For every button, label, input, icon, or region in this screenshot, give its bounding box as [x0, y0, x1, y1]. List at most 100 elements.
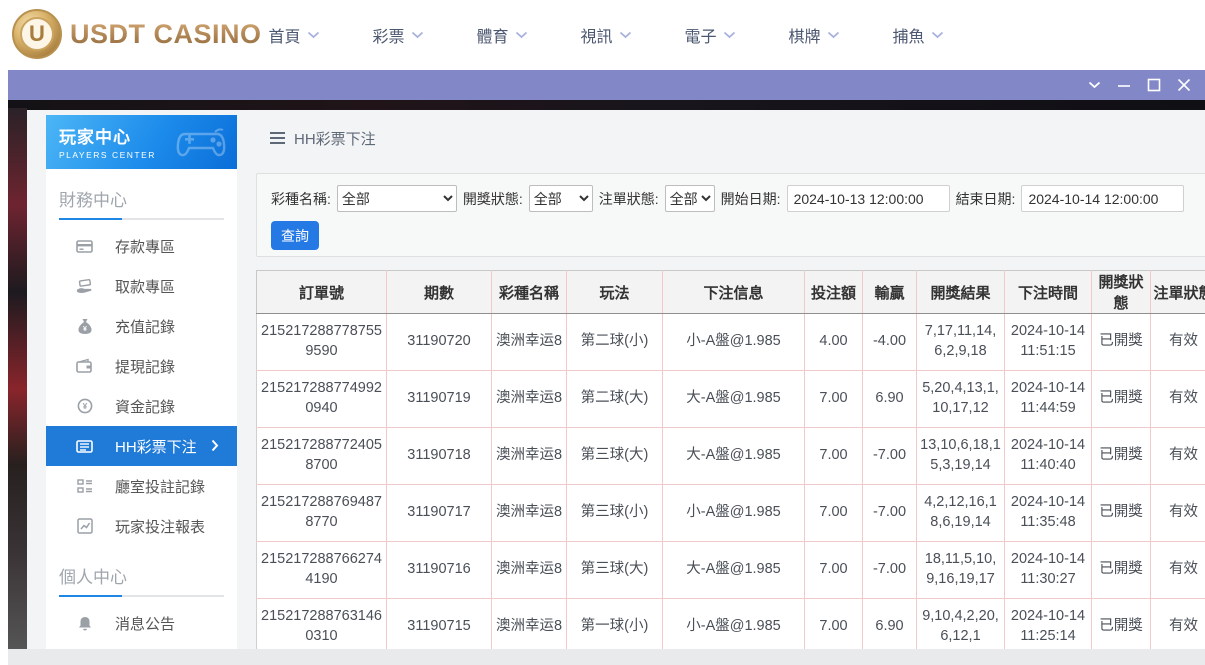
withdraw-hand-icon: [76, 278, 93, 295]
chevron-down-icon: [931, 31, 944, 39]
table-cell: 2152172887694878770: [257, 485, 387, 542]
nav-item-label: 體育: [476, 23, 508, 47]
window-maximize-button[interactable]: [1139, 70, 1169, 100]
section-underline: [59, 218, 224, 220]
nav-item-label: 電子: [684, 23, 716, 47]
table-cell: 第一球(小): [567, 599, 663, 656]
window-dropdown-button[interactable]: [1079, 70, 1109, 100]
nav-item-label: 捕魚: [892, 23, 924, 47]
sidebar-item-label: 取款專區: [115, 276, 175, 297]
logo-coin-icon: U: [12, 9, 62, 59]
table-cell: 有效: [1151, 371, 1205, 428]
window-content: 玩家中心 PLAYERS CENTER 財務中心存款專區取款專區¥充值記錄提現記…: [8, 100, 1205, 665]
table-cell: 澳洲幸运8: [492, 314, 567, 371]
table-cell: 澳洲幸运8: [492, 485, 567, 542]
table-cell: 2024-10-14 11:30:27: [1005, 542, 1092, 599]
table-cell: 31190715: [387, 599, 492, 656]
table-row: 215217288766274419031190716澳洲幸运8第三球(大)大-…: [257, 542, 1205, 599]
table-cell: 有效: [1151, 314, 1205, 371]
table-cell: 7.00: [805, 542, 863, 599]
table-cell: 31190719: [387, 371, 492, 428]
table-cell: 18,11,5,10,9,16,19,17: [917, 542, 1005, 599]
chevron-down-icon: [1088, 81, 1101, 89]
close-icon: [1177, 78, 1191, 92]
table-cell: 澳洲幸运8: [492, 371, 567, 428]
order-status-label: 注單狀態:: [599, 189, 659, 209]
column-header: 輸贏: [863, 271, 917, 314]
search-button[interactable]: 查詢: [271, 221, 319, 250]
table-cell: 7.00: [805, 485, 863, 542]
table-cell: 已開獎: [1092, 599, 1151, 656]
minimize-icon: [1117, 78, 1131, 92]
sidebar-item-label: 廳室投註記錄: [115, 476, 205, 497]
logo-text: USDT CASINO: [70, 19, 262, 50]
table-cell: 2024-10-14 11:44:59: [1005, 371, 1092, 428]
nav-item-label: 首頁: [268, 23, 300, 47]
sidebar-item-room-bet-record[interactable]: 廳室投註記錄: [46, 466, 237, 506]
end-date-input[interactable]: [1021, 185, 1184, 212]
nav-item-slots[interactable]: 電子: [658, 23, 762, 47]
sidebar-item-player-bet-report[interactable]: 玩家投注報表: [46, 506, 237, 546]
table-cell: 第三球(大): [567, 428, 663, 485]
table-cell: 第三球(小): [567, 485, 663, 542]
table-cell: 2152172887662744190: [257, 542, 387, 599]
sidebar-item-label: 存款專區: [115, 236, 175, 257]
table-row: 215217288772405870031190718澳洲幸运8第三球(大)大-…: [257, 428, 1205, 485]
column-header: 期數: [387, 271, 492, 314]
table-cell: 2152172887724058700: [257, 428, 387, 485]
sidebar-section-title: 個人中心: [46, 546, 237, 595]
column-header: 注單狀態: [1151, 271, 1205, 314]
chevron-down-icon: [515, 31, 528, 39]
table-cell: 13,10,6,18,15,3,19,14: [917, 428, 1005, 485]
sidebar: 玩家中心 PLAYERS CENTER 財務中心存款專區取款專區¥充值記錄提現記…: [46, 115, 237, 659]
table-cell: 澳洲幸运8: [492, 542, 567, 599]
column-header: 下注時間: [1005, 271, 1092, 314]
report-chart-icon: [76, 518, 93, 535]
table-cell: 7.00: [805, 599, 863, 656]
nav-item-lottery[interactable]: 彩票: [346, 23, 450, 47]
window-minimize-button[interactable]: [1109, 70, 1139, 100]
table-cell: 2024-10-14 11:51:15: [1005, 314, 1092, 371]
nav-item-label: 棋牌: [788, 23, 820, 47]
table-cell: 31190717: [387, 485, 492, 542]
table-cell: 7.00: [805, 428, 863, 485]
nav-item-cards[interactable]: 棋牌: [762, 23, 866, 47]
sidebar-item-hh-lottery-bets[interactable]: HH彩票下注: [46, 426, 237, 466]
bets-table-container: 訂單號期數彩種名稱玩法下注信息投注額輸贏開獎結果下注時間開獎狀態注單狀態 215…: [256, 270, 1205, 659]
window-close-button[interactable]: [1169, 70, 1199, 100]
chevron-down-icon: [827, 31, 840, 39]
table-cell: 2152172887749920940: [257, 371, 387, 428]
table-cell: 31190720: [387, 314, 492, 371]
lottery-name-label: 彩種名稱:: [271, 189, 331, 209]
table-cell: 第二球(大): [567, 371, 663, 428]
hamburger-icon[interactable]: [270, 129, 285, 147]
table-cell: 已開獎: [1092, 428, 1151, 485]
site-logo[interactable]: U USDT CASINO: [12, 9, 262, 59]
order-status-select[interactable]: 全部: [665, 185, 715, 212]
column-header: 訂單號: [257, 271, 387, 314]
ticket-icon: [76, 438, 93, 455]
nav-item-video[interactable]: 視訊: [554, 23, 658, 47]
lottery-name-select[interactable]: 全部: [337, 185, 457, 212]
table-cell: 2024-10-14 11:40:40: [1005, 428, 1092, 485]
nav-item-label: 視訊: [580, 23, 612, 47]
sidebar-item-deposit-zone[interactable]: 存款專區: [46, 226, 237, 266]
table-cell: 有效: [1151, 599, 1205, 656]
nav-item-sports[interactable]: 體育: [450, 23, 554, 47]
sidebar-item-announcements[interactable]: 消息公告: [46, 603, 237, 643]
background-photo-strip: [8, 108, 27, 649]
sidebar-item-withdraw-record[interactable]: 提現記錄: [46, 346, 237, 386]
table-cell: 2152172887631460310: [257, 599, 387, 656]
nav-item-home[interactable]: 首頁: [242, 23, 346, 47]
bets-table: 訂單號期數彩種名稱玩法下注信息投注額輸贏開獎結果下注時間開獎狀態注單狀態 215…: [256, 270, 1205, 659]
start-date-label: 開始日期:: [721, 189, 781, 209]
draw-status-select[interactable]: 全部: [529, 185, 593, 212]
deposit-card-icon: [76, 238, 93, 255]
nav-item-fishing[interactable]: 捕魚: [866, 23, 970, 47]
sidebar-item-recharge-record[interactable]: ¥充值記錄: [46, 306, 237, 346]
start-date-input[interactable]: [787, 185, 950, 212]
sidebar-item-label: 充值記錄: [115, 316, 175, 337]
sidebar-item-funds-record[interactable]: ¥資金記錄: [46, 386, 237, 426]
sidebar-item-withdraw-zone[interactable]: 取款專區: [46, 266, 237, 306]
sidebar-section-title: 財務中心: [46, 169, 237, 218]
